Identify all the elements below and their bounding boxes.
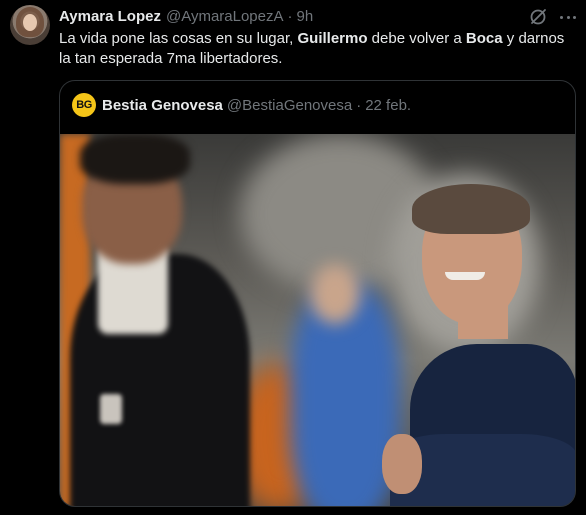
tweet[interactable]: Aymara Lopez @AymaraLopezA · 9h La vida … (0, 0, 586, 515)
author-handle[interactable]: @AymaraLopezA (166, 8, 284, 25)
more-options-icon[interactable] (558, 7, 578, 27)
photo-right-man-neck (458, 299, 508, 339)
tweet-header: Aymara Lopez @AymaraLopezA · 9h (59, 6, 313, 26)
author-avatar[interactable] (10, 5, 50, 45)
avatar-face-shape (23, 14, 37, 31)
tweet-text-part: debe volver a (367, 30, 466, 47)
quoted-tweet-date[interactable]: 22 feb. (365, 97, 411, 114)
quoted-author-handle[interactable]: @BestiaGenovesa (227, 97, 352, 114)
quoted-tweet[interactable]: BG Bestia Genovesa @BestiaGenovesa · 22 … (59, 80, 576, 507)
header-separator: · (287, 7, 293, 25)
photo-club-badge (100, 394, 122, 424)
tweet-text-bold-guillermo: Guillermo (297, 30, 368, 47)
quoted-header-separator: · (356, 96, 362, 114)
quoted-tweet-photo[interactable] (60, 134, 575, 506)
quoted-author-name[interactable]: Bestia Genovesa (102, 97, 223, 114)
quoted-author-avatar[interactable]: BG (72, 93, 96, 117)
tweet-text-bold-boca: Boca (465, 30, 503, 47)
photo-blue-figure-head (310, 264, 360, 324)
photo-left-man-hair (80, 134, 190, 184)
photo-right-man-hair (412, 184, 530, 234)
tweet-text: La vida pone las cosas en su lugar, Guil… (59, 29, 574, 69)
tweet-timestamp[interactable]: 9h (297, 8, 314, 25)
photo-right-man-smile (445, 272, 485, 280)
grok-icon[interactable] (528, 7, 548, 27)
author-name[interactable]: Aymara Lopez (59, 8, 161, 25)
photo-right-man-hand (382, 434, 422, 494)
quoted-tweet-header: BG Bestia Genovesa @BestiaGenovesa · 22 … (72, 93, 411, 117)
tweet-text-part: La vida pone las cosas en su lugar, (59, 30, 298, 47)
